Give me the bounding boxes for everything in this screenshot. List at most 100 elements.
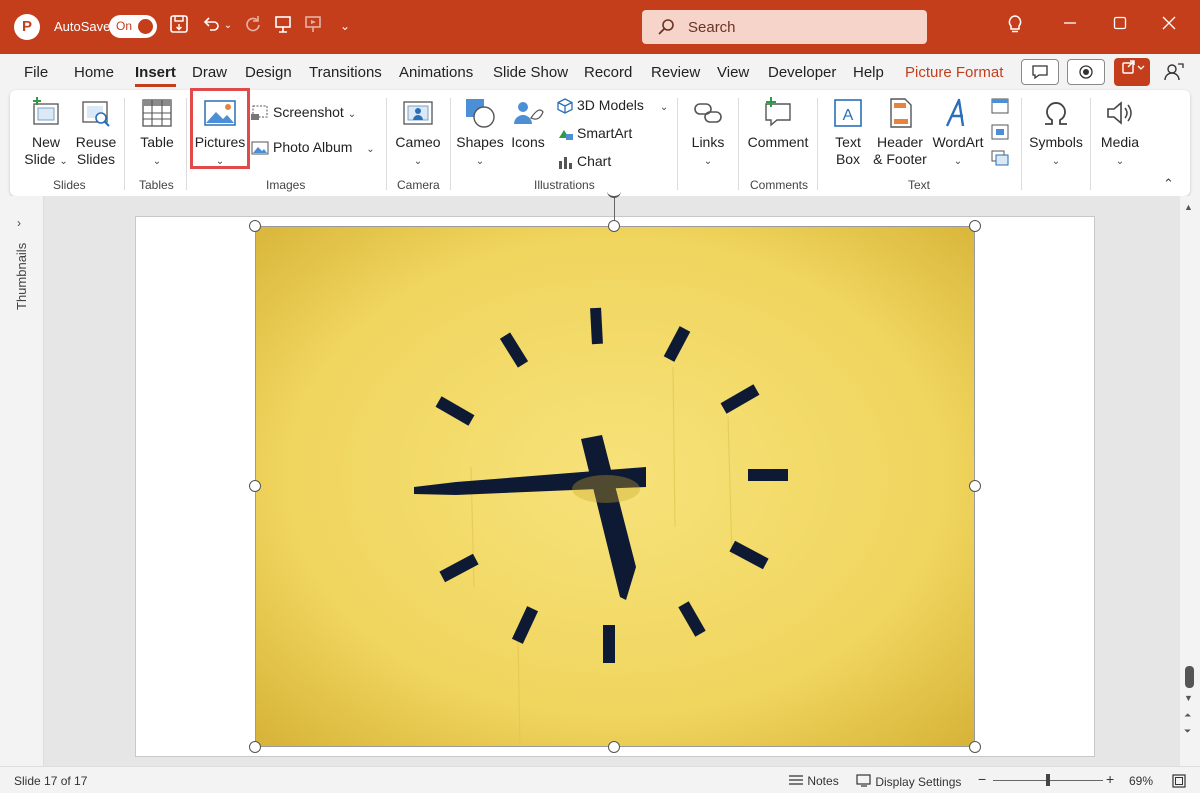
icons-button[interactable]: Icons	[508, 96, 548, 151]
resize-handle-left[interactable]	[249, 480, 261, 492]
3d-models-button[interactable]: 3D Models ⌄	[556, 97, 668, 115]
tab-insert[interactable]: Insert	[135, 64, 176, 87]
shapes-button[interactable]: Shapes ⌄	[456, 96, 504, 170]
next-slide-icon[interactable]: ⏷	[1184, 726, 1191, 737]
object-icon[interactable]	[990, 148, 1010, 168]
search-box[interactable]: Search	[642, 10, 927, 44]
tab-picture-format[interactable]: Picture Format	[905, 64, 1003, 81]
group-divider	[738, 98, 739, 190]
media-button[interactable]: Media ⌄	[1096, 96, 1144, 170]
chart-button[interactable]: Chart	[556, 153, 611, 171]
coauthoring-icon[interactable]	[1162, 60, 1186, 84]
screenshot-button[interactable]: Screenshot ⌄	[250, 104, 356, 122]
table-button[interactable]: Table ⌄	[134, 96, 180, 170]
redo-icon[interactable]	[241, 14, 265, 38]
scroll-down-icon[interactable]: ▼	[1184, 693, 1193, 703]
photo-album-button[interactable]: Photo Album ⌄	[250, 139, 375, 157]
collapse-ribbon-icon[interactable]: ⌃	[1163, 176, 1174, 192]
comments-button[interactable]	[1021, 59, 1059, 85]
new-slide-button[interactable]: New Slide ⌄	[22, 96, 70, 170]
group-divider	[1021, 98, 1022, 190]
minimize-button[interactable]	[1058, 14, 1082, 38]
icons-label: Icons	[511, 134, 545, 150]
text-box-button[interactable]: A Text Box	[825, 96, 871, 168]
zoom-out-button[interactable]: −	[978, 771, 986, 787]
svg-text:A: A	[843, 107, 854, 124]
lightbulb-icon[interactable]	[1003, 14, 1027, 38]
expand-thumbnails-icon[interactable]: ›	[17, 216, 21, 230]
tab-slide-show[interactable]: Slide Show	[493, 64, 568, 81]
zoom-in-button[interactable]: +	[1106, 771, 1114, 787]
tab-record[interactable]: Record	[584, 64, 632, 81]
tab-help[interactable]: Help	[853, 64, 884, 81]
wordart-button[interactable]: WordArt ⌄	[930, 96, 986, 170]
tab-view[interactable]: View	[717, 64, 749, 81]
zoom-slider-thumb[interactable]	[1046, 774, 1050, 786]
share-button[interactable]	[1114, 58, 1150, 86]
new-slide-label: New Slide ⌄	[24, 134, 68, 167]
chevron-down-icon: ⌄	[475, 156, 485, 167]
tab-transitions[interactable]: Transitions	[309, 64, 382, 81]
maximize-button[interactable]	[1108, 14, 1132, 38]
reuse-slides-button[interactable]: Reuse Slides	[72, 96, 120, 168]
resize-handle-top-left[interactable]	[249, 220, 261, 232]
search-placeholder: Search	[688, 19, 736, 36]
scrollbar-thumb[interactable]	[1185, 666, 1194, 688]
customize-toolbar-icon[interactable]: ⌄	[333, 14, 357, 38]
resize-handle-top-right[interactable]	[969, 220, 981, 232]
scroll-up-icon[interactable]: ▲	[1184, 202, 1193, 212]
tab-animations[interactable]: Animations	[399, 64, 473, 81]
symbols-button[interactable]: Symbols ⌄	[1028, 96, 1084, 170]
resize-handle-bottom-right[interactable]	[969, 741, 981, 753]
chevron-down-icon: ⌄	[1051, 156, 1061, 167]
resize-handle-bottom-left[interactable]	[249, 741, 261, 753]
tab-developer[interactable]: Developer	[768, 64, 836, 81]
smartart-button[interactable]: SmartArt	[556, 125, 632, 143]
search-icon	[658, 19, 674, 35]
resize-handle-right[interactable]	[969, 480, 981, 492]
record-button[interactable]	[1067, 59, 1105, 85]
autosave-toggle[interactable]: On	[109, 15, 157, 38]
omega-icon	[1045, 102, 1067, 125]
shapes-icon	[466, 99, 495, 128]
new-comment-button[interactable]: Comment	[745, 96, 811, 151]
links-button[interactable]: Links ⌄	[684, 96, 732, 170]
tab-review[interactable]: Review	[651, 64, 700, 81]
tab-design[interactable]: Design	[245, 64, 292, 81]
group-divider	[817, 98, 818, 190]
close-button[interactable]	[1157, 14, 1181, 38]
date-time-icon[interactable]	[990, 96, 1010, 116]
save-icon[interactable]	[167, 14, 191, 38]
notes-button[interactable]: Notes	[788, 774, 839, 788]
thumbnails-label[interactable]: Thumbnails	[14, 243, 29, 310]
previous-slide-icon[interactable]: ⏶	[1184, 710, 1191, 721]
chevron-down-icon: ⌄	[1115, 156, 1125, 167]
tab-file[interactable]: File	[24, 64, 48, 81]
group-label-images: Images	[266, 178, 306, 192]
undo-dropdown-icon[interactable]: ⌄	[222, 14, 234, 38]
resize-handle-top[interactable]	[608, 220, 620, 232]
undo-icon[interactable]	[199, 14, 223, 38]
zoom-level[interactable]: 69%	[1129, 774, 1153, 788]
text-box-label: Text Box	[835, 134, 861, 167]
slide-number-icon[interactable]	[990, 122, 1010, 142]
present-from-current-icon[interactable]	[301, 14, 325, 38]
tab-draw[interactable]: Draw	[192, 64, 227, 81]
present-from-beginning-icon[interactable]	[271, 14, 295, 38]
display-settings-button[interactable]: Display Settings	[856, 774, 961, 789]
fit-slide-icon[interactable]	[1172, 774, 1186, 788]
text-small-tools	[990, 96, 1010, 176]
tab-home[interactable]: Home	[74, 64, 114, 81]
resize-handle-bottom[interactable]	[608, 741, 620, 753]
selected-picture-clock[interactable]	[255, 226, 975, 747]
text-box-icon: A	[834, 99, 862, 127]
speaker-icon	[1107, 101, 1132, 125]
header-footer-button[interactable]: Header & Footer	[872, 96, 928, 168]
chart-label: Chart	[577, 153, 612, 169]
powerpoint-app-icon[interactable]: P	[14, 14, 40, 40]
cameo-button[interactable]: Cameo ⌄	[392, 96, 444, 170]
links-label: Links	[691, 134, 725, 150]
vertical-scrollbar[interactable]: ▲ ▼ ⏶ ⏷	[1180, 196, 1200, 766]
status-bar: Slide 17 of 17 Notes Display Settings − …	[0, 766, 1200, 793]
3d-cube-icon	[557, 98, 573, 115]
